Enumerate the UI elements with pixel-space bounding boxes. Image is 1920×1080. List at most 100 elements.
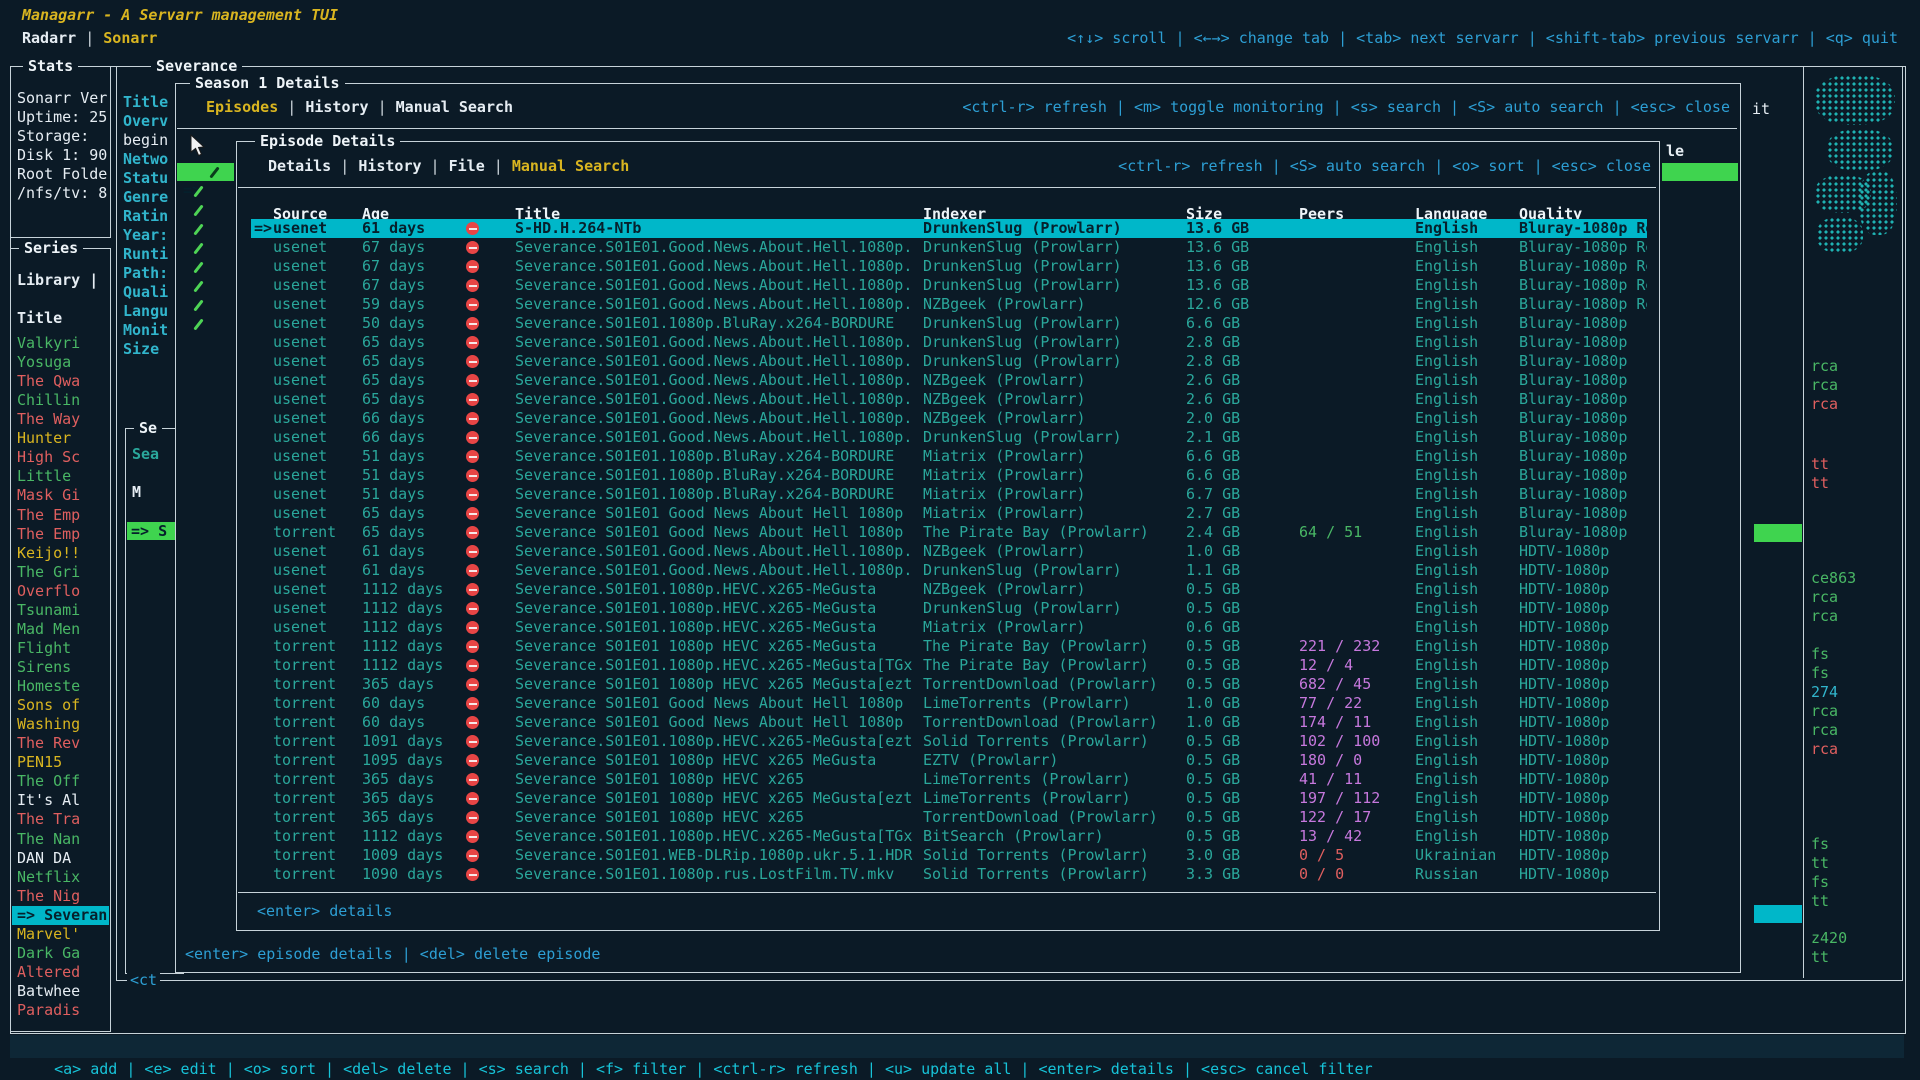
release-row[interactable]: usenet1112 daysSeverance.S01E01.1080p.HE… [237,599,1659,618]
series-item[interactable]: Netflix [17,868,107,887]
season-tab-history[interactable]: History [305,98,368,117]
release-row[interactable]: usenet50 daysSeverance.S01E01.1080p.BluR… [237,314,1659,333]
release-row[interactable]: torrent365 daysSeverance S01E01 1080p HE… [237,770,1659,789]
background-text-fragment: tt [1811,948,1829,967]
cell-language: English [1415,352,1478,371]
series-item[interactable]: The Off [17,772,107,791]
episode-tab-details[interactable]: Details [268,157,331,176]
series-item[interactable]: => Severan [12,906,109,925]
series-item[interactable]: Paradis [17,1001,107,1020]
cell-size: 2.8 GB [1186,333,1240,352]
release-row[interactable]: torrent60 daysSeverance S01E01 Good News… [237,694,1659,713]
release-row[interactable]: torrent1112 daysSeverance.S01E01.1080p.H… [237,656,1659,675]
cell-size: 3.0 GB [1186,846,1240,865]
selected-episode-row-fragment[interactable]: => [177,163,234,181]
release-row[interactable]: usenet65 daysSeverance.S01E01.Good.News.… [237,333,1659,352]
series-item[interactable]: Batwhee [17,982,107,1001]
release-row[interactable]: usenet51 daysSeverance.S01E01.1080p.BluR… [237,485,1659,504]
release-row[interactable]: torrent60 daysSeverance S01E01 Good News… [237,713,1659,732]
cell-peers: 0 / 0 [1299,865,1344,884]
series-item[interactable]: High Sc [17,448,107,467]
series-item[interactable]: DAN DA [17,849,107,868]
release-row[interactable]: torrent1009 daysSeverance.S01E01.WEB-DLR… [237,846,1659,865]
cell-language: Ukrainian [1415,846,1496,865]
cell-age: 61 days [362,561,425,580]
series-item[interactable]: Hunter [17,429,107,448]
release-row[interactable]: usenet51 daysSeverance.S01E01.1080p.BluR… [237,466,1659,485]
series-item[interactable]: Sirens [17,658,107,677]
series-item[interactable]: The Nig [17,887,107,906]
series-item[interactable]: Yosuga [17,353,107,372]
release-row[interactable]: usenet61 daysSeverance.S01E01.Good.News.… [237,561,1659,580]
release-row[interactable]: torrent1112 daysSeverance.S01E01.1080p.H… [237,827,1659,846]
episode-tab-file[interactable]: File [449,157,485,176]
series-item[interactable]: Sons of [17,696,107,715]
release-row[interactable]: usenet65 daysSeverance.S01E01.Good.News.… [237,390,1659,409]
release-row[interactable]: =>usenet61 daysS-HD.H.264-NTbDrunkenSlug… [237,219,1659,238]
rejected-icon [466,241,479,254]
servarr-tab-radarr[interactable]: Radarr [22,29,76,48]
series-item[interactable]: The Way [17,410,107,429]
cell-size: 0.5 GB [1186,656,1240,675]
series-item[interactable]: Valkyri [17,334,107,353]
app-title: Managarr - A Servarr management TUI [22,6,338,24]
release-row[interactable]: torrent365 daysSeverance S01E01 1080p HE… [237,789,1659,808]
series-item[interactable]: Overflo [17,582,107,601]
release-row[interactable]: usenet1112 daysSeverance.S01E01.1080p.HE… [237,618,1659,637]
cell-peers: 102 / 100 [1299,732,1380,751]
release-row[interactable]: torrent365 daysSeverance S01E01 1080p HE… [237,675,1659,694]
series-tabs-line[interactable]: Library | [17,271,98,290]
seasons-panel-title-fragment: Se [134,419,162,438]
series-item[interactable]: Chillin [17,391,107,410]
season-tab-manual-search[interactable]: Manual Search [396,98,513,117]
release-row[interactable]: usenet66 daysSeverance.S01E01.Good.News.… [237,409,1659,428]
series-item[interactable]: Marvel' [17,925,107,944]
release-row[interactable]: torrent65 daysSeverance S01E01 Good News… [237,523,1659,542]
series-item[interactable]: Little [17,467,107,486]
cell-source: torrent [273,656,336,675]
release-row[interactable]: torrent1112 daysSeverance S01E01 1080p H… [237,637,1659,656]
release-row[interactable]: usenet67 daysSeverance.S01E01.Good.News.… [237,257,1659,276]
series-item[interactable]: Tsunami [17,601,107,620]
series-item[interactable]: PEN15 [17,753,107,772]
release-row[interactable]: usenet67 daysSeverance.S01E01.Good.News.… [237,276,1659,295]
series-item[interactable]: Altered [17,963,107,982]
release-row[interactable]: usenet67 daysSeverance.S01E01.Good.News.… [237,238,1659,257]
release-row[interactable]: usenet65 daysSeverance.S01E01.Good.News.… [237,352,1659,371]
series-item[interactable]: The Gri [17,563,107,582]
servarr-tab-sonarr[interactable]: Sonarr [103,29,157,48]
cell-size: 13.6 GB [1186,238,1249,257]
release-row[interactable]: torrent1095 daysSeverance S01E01 1080p H… [237,751,1659,770]
series-item[interactable]: Mask Gi [17,486,107,505]
release-row[interactable]: usenet59 daysSeverance.S01E01.Good.News.… [237,295,1659,314]
series-item[interactable]: It's Al [17,791,107,810]
release-row[interactable]: usenet65 daysSeverance.S01E01.Good.News.… [237,371,1659,390]
cell-language: English [1415,675,1478,694]
series-item[interactable]: The Qwa [17,372,107,391]
series-item[interactable]: Keijo!! [17,544,107,563]
episode-tab-manual-search[interactable]: Manual Search [512,157,629,176]
series-item[interactable]: The Nan [17,830,107,849]
release-row[interactable]: torrent1091 daysSeverance.S01E01.1080p.H… [237,732,1659,751]
release-row[interactable]: usenet65 daysSeverance S01E01 Good News … [237,504,1659,523]
series-item[interactable]: The Emp [17,506,107,525]
release-row[interactable]: usenet51 daysSeverance.S01E01.1080p.BluR… [237,447,1659,466]
cell-indexer: NZBgeek (Prowlarr) [923,295,1086,314]
episode-tab-history[interactable]: History [358,157,421,176]
season-tab-episodes[interactable]: Episodes [206,98,278,117]
series-item[interactable]: Flight [17,639,107,658]
series-item[interactable]: The Rev [17,734,107,753]
release-row[interactable]: usenet1112 daysSeverance.S01E01.1080p.HE… [237,580,1659,599]
release-row[interactable]: usenet66 daysSeverance.S01E01.Good.News.… [237,428,1659,447]
series-item[interactable]: The Emp [17,525,107,544]
series-item[interactable]: Washing [17,715,107,734]
series-item[interactable]: Dark Ga [17,944,107,963]
series-item[interactable]: The Tra [17,810,107,829]
release-row[interactable]: usenet61 daysSeverance.S01E01.Good.News.… [237,542,1659,561]
cell-indexer: NZBgeek (Prowlarr) [923,390,1086,409]
cell-indexer: NZBgeek (Prowlarr) [923,580,1086,599]
release-row[interactable]: torrent365 daysSeverance S01E01 1080p HE… [237,808,1659,827]
series-item[interactable]: Homeste [17,677,107,696]
series-item[interactable]: Mad Men [17,620,107,639]
release-row[interactable]: torrent1090 daysSeverance.S01E01.1080p.r… [237,865,1659,884]
